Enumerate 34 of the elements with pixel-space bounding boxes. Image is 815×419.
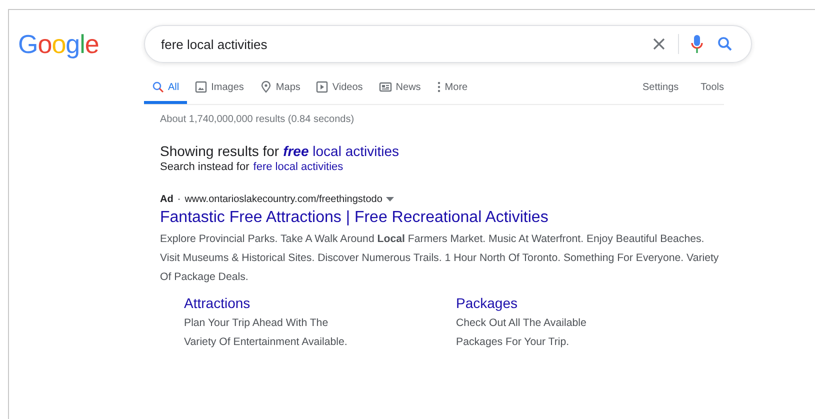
google-logo[interactable]: Google — [18, 28, 144, 60]
ad-url: www.ontarioslakecountry.com/freethingstodo — [184, 194, 382, 205]
sitelink[interactable]: Attractions — [184, 295, 250, 311]
correction-label: Showing results for — [160, 143, 280, 159]
caret-icon[interactable] — [386, 197, 394, 202]
original-query-link[interactable]: fere local activities — [253, 161, 344, 173]
sitelink-description: Plan Your Trip Ahead With The Variety Of Entertainment Available. — [184, 316, 348, 350]
search-icon[interactable] — [717, 36, 733, 52]
more-icon — [436, 81, 441, 93]
sitelink-description: Check Out All The Available Packages For Your Trip. — [456, 316, 588, 350]
toolbar-link[interactable]: Settings — [642, 82, 679, 104]
sitelink[interactable]: Packages — [456, 295, 518, 311]
map-pin-icon — [260, 81, 272, 93]
ad-description: Explore Provincial Parks. Take A Walk Around Local Farmers Market. Music At Waterfront. Enjoy Beautiful Beaches. Visit Museums & Historical Sites. Discover Numerous Trails. 1 Hour North Of Toronto. Something For Everyone. Variety Of Package Deals. — [160, 232, 720, 285]
play-icon — [316, 81, 328, 93]
tab[interactable]: More — [428, 74, 476, 104]
tab[interactable]: All — [144, 74, 188, 104]
separator-dot: · — [177, 194, 181, 205]
original-query-label: Search instead for — [160, 161, 250, 173]
search-icon — [152, 81, 164, 93]
tab[interactable]: Images — [187, 74, 252, 104]
newspaper-icon — [378, 81, 392, 93]
result-stats: About 1,740,000,000 results (0.84 seconds) — [160, 114, 356, 125]
image-icon — [195, 81, 208, 93]
ad-label: Ad — [160, 194, 174, 205]
tab[interactable]: Maps — [252, 74, 308, 104]
corrected-query-link[interactable]: free local activities — [283, 143, 400, 159]
ad-title-link[interactable]: Fantastic Free Attractions | Free Recreational Activities — [160, 209, 548, 227]
tab[interactable]: Videos — [308, 74, 371, 104]
search-field[interactable]: fere local activities — [144, 25, 752, 63]
toolbar-link[interactable]: Tools — [700, 82, 724, 104]
close-icon[interactable] — [652, 37, 666, 51]
microphone-icon[interactable] — [691, 34, 703, 54]
tab[interactable]: News — [370, 74, 429, 104]
